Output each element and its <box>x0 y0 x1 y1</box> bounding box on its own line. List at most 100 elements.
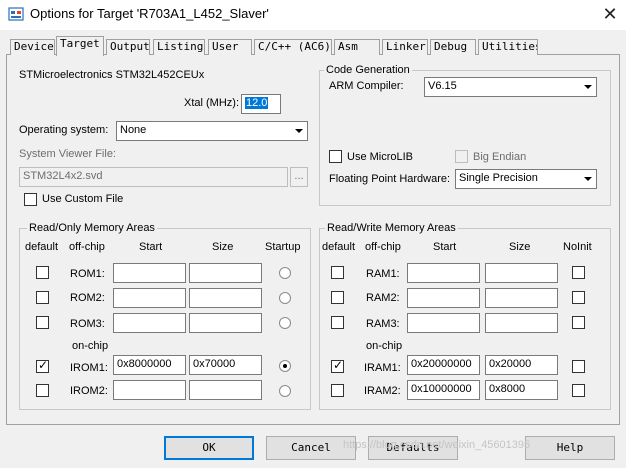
iram1-noinit-checkbox[interactable] <box>572 360 585 373</box>
iram1-default-checkbox[interactable] <box>331 358 344 373</box>
ro-header-size: Size <box>212 241 234 253</box>
ok-button[interactable]: OK <box>164 436 254 460</box>
irom1-startup-radio[interactable] <box>279 360 291 372</box>
os-label: Operating system: <box>19 124 109 136</box>
window-title: Options for Target 'R703A1_L452_Slaver' <box>30 6 269 21</box>
ram3-size-input[interactable] <box>485 313 558 333</box>
os-select[interactable]: None <box>116 121 308 141</box>
svf-input[interactable]: STM32L4x2.svd <box>19 167 288 187</box>
tab-device[interactable]: Device <box>10 39 55 55</box>
ram3-start-input[interactable] <box>407 313 480 333</box>
os-value: None <box>120 124 147 136</box>
rom2-start-input[interactable] <box>113 288 186 308</box>
ro-onchip-label: on-chip <box>72 340 109 352</box>
ram1-default-checkbox[interactable] <box>331 266 344 279</box>
rom3-size-input[interactable] <box>189 313 262 333</box>
app-icon <box>8 7 24 21</box>
tab-output[interactable]: Output <box>106 39 150 55</box>
iram2-label: IRAM2: <box>364 385 401 397</box>
ram1-label: RAM1: <box>366 268 400 280</box>
tab-listing[interactable]: Listing <box>153 39 205 55</box>
fpu-value: Single Precision <box>459 172 538 184</box>
big-endian-checkbox[interactable] <box>455 150 468 163</box>
microlib-label: Use MicroLIB <box>347 151 414 163</box>
ram1-start-input[interactable] <box>407 263 480 283</box>
compiler-select[interactable]: V6.15 <box>424 77 597 97</box>
compiler-value: V6.15 <box>428 80 457 92</box>
rw-onchip-label: on-chip <box>366 340 403 352</box>
rom2-label: ROM2: <box>70 292 105 304</box>
irom1-start-input[interactable]: 0x8000000 <box>113 355 186 375</box>
browse-button[interactable]: ... <box>290 167 308 187</box>
tab-utilities[interactable]: Utilities <box>478 39 538 55</box>
compiler-label: ARM Compiler: <box>329 80 404 92</box>
rom3-label: ROM3: <box>70 318 105 330</box>
ram3-noinit-checkbox[interactable] <box>572 316 585 329</box>
ram2-start-input[interactable] <box>407 288 480 308</box>
rw-header-noinit: NoInit <box>563 241 592 253</box>
chevron-down-icon <box>580 79 595 95</box>
microlib-checkbox[interactable] <box>329 150 342 163</box>
ro-memory-title: Read/Only Memory Areas <box>27 222 157 234</box>
rw-header-offchip: off-chip <box>365 241 401 253</box>
xtal-input[interactable]: 12.0 <box>241 94 281 114</box>
tab-linker[interactable]: Linker <box>382 39 428 55</box>
tab-cpp[interactable]: C/C++ (AC6) <box>254 39 332 55</box>
rom2-default-checkbox[interactable] <box>36 291 49 304</box>
ro-header-start: Start <box>139 241 163 253</box>
irom2-start-input[interactable] <box>113 380 186 400</box>
code-generation-title: Code Generation <box>324 64 412 76</box>
rw-memory-title: Read/Write Memory Areas <box>325 222 458 234</box>
device-name: STMicroelectronics STM32L452CEUx <box>19 69 205 81</box>
svf-label: System Viewer File: <box>19 148 116 160</box>
irom1-label: IROM1: <box>70 362 108 374</box>
tab-asm[interactable]: Asm <box>334 39 380 55</box>
ro-header-startup: Startup <box>265 241 301 253</box>
irom2-size-input[interactable] <box>189 380 262 400</box>
ram3-default-checkbox[interactable] <box>331 316 344 329</box>
ram2-size-input[interactable] <box>485 288 558 308</box>
rom1-size-input[interactable] <box>189 263 262 283</box>
ram2-noinit-checkbox[interactable] <box>572 291 585 304</box>
big-endian-label: Big Endian <box>473 151 527 163</box>
iram2-start-input[interactable]: 0x10000000 <box>407 380 480 400</box>
rom2-startup-radio[interactable] <box>279 292 291 304</box>
irom2-label: IROM2: <box>70 385 108 397</box>
watermark: https://blog.csdn.net/weixin_45601395 <box>343 439 531 451</box>
ro-header-offchip: off-chip <box>69 241 105 253</box>
tab-target[interactable]: Target <box>56 36 104 56</box>
use-custom-file-checkbox[interactable] <box>24 193 37 206</box>
rom3-start-input[interactable] <box>113 313 186 333</box>
iram2-size-input[interactable]: 0x8000 <box>485 380 558 400</box>
rom3-default-checkbox[interactable] <box>36 316 49 329</box>
iram1-size-input[interactable]: 0x20000 <box>485 355 558 375</box>
xtal-value: 12.0 <box>245 97 269 109</box>
irom2-default-checkbox[interactable] <box>36 384 49 397</box>
rw-header-default: default <box>322 241 356 253</box>
rom2-size-input[interactable] <box>189 288 262 308</box>
tab-user[interactable]: User <box>208 39 252 55</box>
chevron-down-icon <box>580 171 595 187</box>
ram2-default-checkbox[interactable] <box>331 291 344 304</box>
irom1-size-input[interactable]: 0x70000 <box>189 355 262 375</box>
irom1-default-checkbox[interactable] <box>36 358 49 373</box>
help-button[interactable]: Help <box>525 436 615 460</box>
rw-header-start: Start <box>433 241 457 253</box>
rom3-startup-radio[interactable] <box>279 317 291 329</box>
ram1-noinit-checkbox[interactable] <box>572 266 585 279</box>
chevron-down-icon <box>291 123 306 139</box>
xtal-label: Xtal (MHz): <box>184 97 239 109</box>
fpu-select[interactable]: Single Precision <box>455 169 597 189</box>
iram2-default-checkbox[interactable] <box>331 384 344 397</box>
close-icon[interactable]: ✕ <box>598 2 622 26</box>
rom1-startup-radio[interactable] <box>279 267 291 279</box>
rom1-start-input[interactable] <box>113 263 186 283</box>
iram2-noinit-checkbox[interactable] <box>572 384 585 397</box>
rom1-default-checkbox[interactable] <box>36 266 49 279</box>
rom1-label: ROM1: <box>70 268 105 280</box>
tab-debug[interactable]: Debug <box>430 39 476 55</box>
ram3-label: RAM3: <box>366 318 400 330</box>
iram1-start-input[interactable]: 0x20000000 <box>407 355 480 375</box>
ram1-size-input[interactable] <box>485 263 558 283</box>
irom2-startup-radio[interactable] <box>279 385 291 397</box>
